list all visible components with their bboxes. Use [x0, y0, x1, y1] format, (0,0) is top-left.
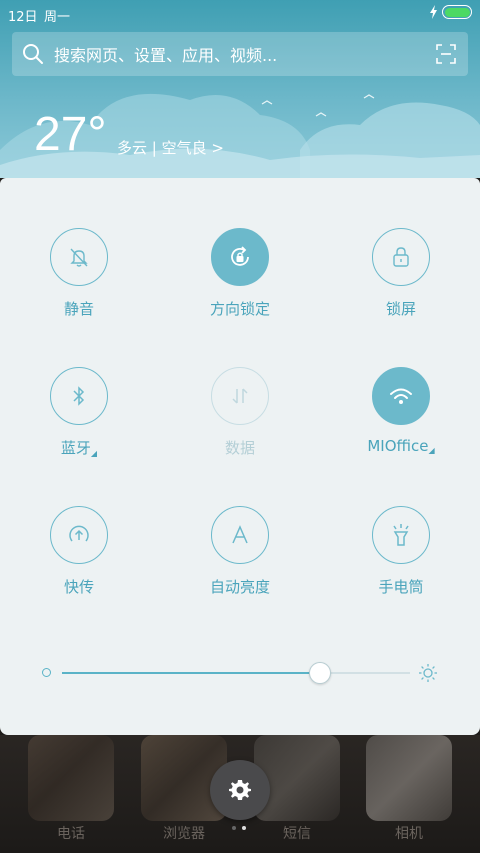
page-dot — [242, 826, 246, 830]
status-date: 12日 — [8, 10, 38, 25]
brightness-high-icon — [419, 664, 437, 682]
tile-lock-screen[interactable]: 锁屏 — [341, 228, 461, 338]
app-label: 相机 — [395, 826, 423, 842]
search-input[interactable]: 搜索网页、设置、应用、视频... — [54, 42, 436, 66]
bell-muted-icon — [70, 248, 88, 267]
tile-label: 方向锁定 — [209, 300, 270, 318]
tile-flashlight[interactable]: 手电筒 — [341, 506, 461, 616]
tile-label-text: 蓝牙 — [60, 439, 91, 457]
tile-wifi-button[interactable] — [372, 367, 430, 425]
tile-auto-brightness-button[interactable] — [211, 506, 269, 564]
tile-label: 自动亮度 — [209, 578, 270, 596]
tile-flashlight-button[interactable] — [372, 506, 430, 564]
tile-mute[interactable]: 静音 — [19, 228, 139, 338]
quick-settings-panel: 静音 方向锁定 锁屏 蓝牙◢ 数据 MIOffice◢ 快传 自动亮度 手电筒 — [0, 178, 480, 735]
menu-triangle-icon: ◢ — [90, 449, 98, 458]
battery-icon — [442, 5, 472, 19]
status-right — [429, 5, 472, 19]
status-bar: 12日 周一 — [0, 0, 480, 28]
tile-quick-transfer[interactable]: 快传 — [19, 506, 139, 616]
slider-thumb[interactable] — [308, 662, 331, 684]
transfer-icon — [69, 525, 89, 542]
tile-label: 锁屏 — [385, 300, 416, 318]
gear-icon — [229, 780, 251, 800]
tile-mute-button[interactable] — [50, 228, 108, 286]
tile-mobile-data-button — [211, 367, 269, 425]
tile-lock-screen-button[interactable] — [372, 228, 430, 286]
tile-label: MIOffice◢ — [367, 437, 434, 455]
tile-bluetooth[interactable]: 蓝牙◢ — [19, 367, 139, 477]
rotation-lock-icon — [231, 246, 249, 266]
mobile-data-icon — [232, 388, 248, 404]
page-indicator — [232, 826, 246, 830]
tile-label: 蓝牙◢ — [61, 437, 97, 458]
tile-label: 快传 — [63, 578, 94, 596]
tile-bluetooth-button[interactable] — [50, 367, 108, 425]
battery-level — [444, 7, 470, 17]
brightness-slider[interactable] — [40, 658, 440, 688]
app-label: 浏览器 — [163, 826, 205, 842]
bluetooth-icon — [73, 386, 85, 406]
auto-brightness-icon — [232, 525, 248, 544]
slider-fill — [62, 672, 320, 674]
settings-button[interactable] — [210, 760, 270, 820]
tile-label: 手电筒 — [378, 578, 424, 596]
scan-icon[interactable] — [436, 44, 456, 64]
tile-mobile-data: 数据 — [180, 367, 300, 477]
tile-wifi[interactable]: MIOffice◢ — [341, 367, 461, 477]
app-icon — [366, 735, 452, 821]
menu-triangle-icon: ◢ — [428, 446, 435, 455]
temperature: 27° — [34, 108, 107, 161]
flashlight-icon — [393, 524, 409, 546]
tile-rotation-lock-button[interactable] — [211, 228, 269, 286]
status-weekday: 周一 — [44, 10, 71, 25]
tile-label: 静音 — [63, 300, 94, 318]
tile-rotation-lock[interactable]: 方向锁定 — [180, 228, 300, 338]
tile-label: 数据 — [224, 439, 255, 457]
weather-header: 12日 周一 搜索网页、设置、应用、视频... 27° 多云 | 空气良 > — [0, 0, 480, 178]
wifi-icon — [390, 388, 412, 404]
weather-description[interactable]: 多云 | 空气良 > — [117, 137, 224, 158]
tile-auto-brightness[interactable]: 自动亮度 — [180, 506, 300, 616]
search-icon — [23, 44, 43, 64]
page-dot — [232, 826, 236, 830]
lightning-icon — [430, 5, 437, 19]
lock-icon — [393, 247, 409, 267]
tile-quick-transfer-button[interactable] — [50, 506, 108, 564]
app-phone[interactable]: 电话 — [28, 735, 114, 845]
app-camera[interactable]: 相机 — [366, 735, 452, 845]
app-icon — [28, 735, 114, 821]
app-label: 电话 — [57, 826, 85, 842]
search-bar[interactable]: 搜索网页、设置、应用、视频... — [12, 32, 468, 76]
tile-label-text: MIOffice — [367, 437, 429, 455]
app-label: 短信 — [283, 826, 311, 842]
brightness-low-icon — [42, 668, 51, 677]
